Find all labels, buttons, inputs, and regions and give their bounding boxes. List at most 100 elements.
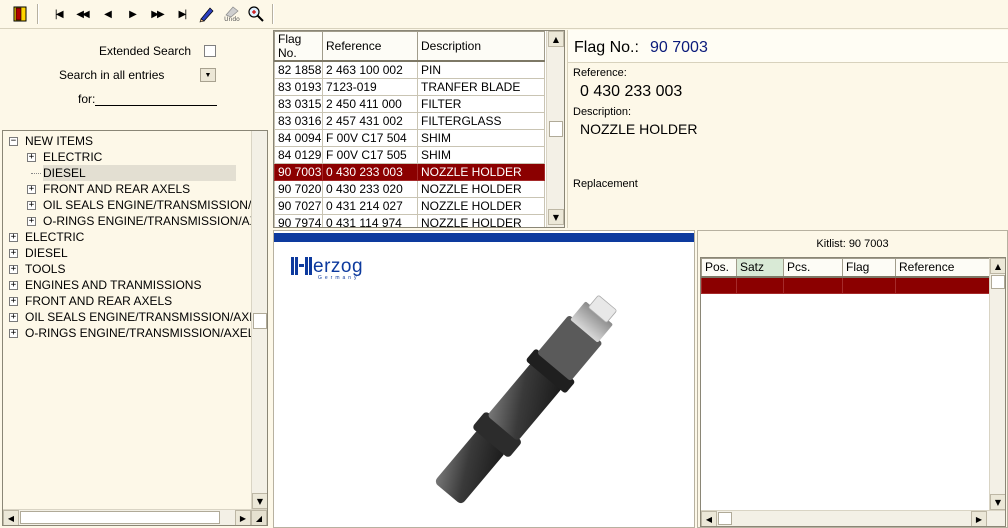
parts-scroll-thumb[interactable] <box>549 121 563 137</box>
scroll-left-icon[interactable]: ◀ <box>3 510 19 525</box>
expand-icon[interactable]: + <box>27 217 36 226</box>
search-scope-select[interactable]: Search in all entries <box>59 68 164 82</box>
description-value: NOZZLE HOLDER <box>580 121 698 137</box>
tree-item[interactable]: + O-RINGS ENGINE/TRANSMISSION/AXEL <box>3 213 267 229</box>
description-cell: SHIM <box>417 128 545 147</box>
detail-panel: Flag No.: 90 7003 Reference: 0 430 233 0… <box>567 30 1008 228</box>
tree-item[interactable]: + ELECTRIC <box>3 229 249 245</box>
scroll-left-icon[interactable]: ◀ <box>701 511 717 526</box>
column-header-reference[interactable]: Reference <box>322 31 418 62</box>
table-row[interactable]: 90 7003 0 430 233 003 NOZZLE HOLDER <box>274 162 545 181</box>
flag-no-cell: 83 0315 <box>274 94 323 113</box>
scroll-up-icon[interactable]: ▲ <box>548 31 564 47</box>
scroll-right-icon[interactable]: ▶ <box>971 511 987 526</box>
kitlist-header-row: Pos. Satz Pcs. Flag Reference <box>701 258 990 278</box>
first-record-icon[interactable]: |◀ <box>48 4 68 24</box>
reference-label: Reference: <box>573 67 627 79</box>
table-row[interactable]: 83 0193 7123-019 TRANFER BLADE <box>274 77 545 96</box>
tree-item[interactable]: + ELECTRIC <box>3 149 249 165</box>
expand-icon[interactable]: + <box>9 233 18 242</box>
column-header-pos[interactable]: Pos. <box>701 258 737 278</box>
parts-vertical-scrollbar[interactable]: ▲ ▼ <box>546 31 564 227</box>
zoom-icon[interactable] <box>246 4 266 24</box>
tree-item[interactable]: + TOOLS <box>3 261 249 277</box>
tree-item-label: DIESEL <box>25 246 68 260</box>
expand-icon[interactable]: + <box>27 201 36 210</box>
expand-icon[interactable]: + <box>27 153 36 162</box>
kitlist-vertical-scrollbar[interactable]: ▲ ▼ <box>989 258 1005 510</box>
scroll-down-icon[interactable]: ▼ <box>990 494 1005 510</box>
description-cell: TRANFER BLADE <box>417 77 545 96</box>
kitlist-cell <box>736 276 784 294</box>
detail-header: Flag No.: 90 7003 <box>568 30 1008 63</box>
flag-no-cell: 90 7027 <box>274 196 323 215</box>
tree-item[interactable]: + FRONT AND REAR AXELS <box>3 181 249 197</box>
description-cell: FILTER <box>417 94 545 113</box>
last-record-icon[interactable]: ▶| <box>172 4 192 24</box>
column-header-satz[interactable]: Satz <box>736 258 784 278</box>
column-header-flag-no[interactable]: Flag No. <box>274 31 323 62</box>
tree-hscroll-thumb[interactable] <box>20 511 220 524</box>
nozzle-holder-image <box>435 295 617 504</box>
scroll-right-icon[interactable]: ▶ <box>235 510 251 525</box>
expand-icon[interactable]: + <box>9 281 18 290</box>
table-row[interactable]: 90 7027 0 431 214 027 NOZZLE HOLDER <box>274 196 545 215</box>
tree-item[interactable]: − NEW ITEMS <box>3 133 249 149</box>
tree-scroll-thumb[interactable] <box>253 313 267 329</box>
previous-page-icon[interactable]: ◀◀ <box>72 4 92 24</box>
column-header-description[interactable]: Description <box>417 31 545 62</box>
resize-grip-icon[interactable]: ◢ <box>251 510 267 525</box>
edit-pencil-icon[interactable] <box>197 4 217 24</box>
expand-icon[interactable]: + <box>9 249 18 258</box>
tree-item[interactable]: + O-RINGS ENGINE/TRANSMISSION/AXEL <box>3 325 254 341</box>
column-header-flag[interactable]: Flag <box>842 258 896 278</box>
table-row[interactable]: 82 1858 2 463 100 002 PIN <box>274 60 545 79</box>
image-panel-header-bar <box>274 233 694 242</box>
tree-item[interactable]: + ENGINES AND TRANMISSIONS <box>3 277 249 293</box>
kitlist-hscroll-thumb[interactable] <box>718 512 732 525</box>
column-header-reference[interactable]: Reference <box>895 258 990 278</box>
kitlist-grid: Pos. Satz Pcs. Flag Reference ▲ ▼ ◀ ▶ <box>700 257 1006 527</box>
table-row[interactable]: 90 7974 0 431 114 974 NOZZLE HOLDER <box>274 213 545 227</box>
table-row[interactable]: 83 0315 2 450 411 000 FILTER <box>274 94 545 113</box>
column-header-pcs[interactable]: Pcs. <box>783 258 843 278</box>
previous-record-icon[interactable]: ◀ <box>97 4 117 24</box>
expand-icon[interactable]: + <box>9 297 18 306</box>
tree-item[interactable]: + OIL SEALS ENGINE/TRANSMISSION/AXEL <box>3 309 264 325</box>
flag-no-cell: 84 0094 <box>274 128 323 147</box>
tree-item-label: FRONT AND REAR AXELS <box>25 294 173 308</box>
tree-item-label: O-RINGS ENGINE/TRANSMISSION/AXEL <box>25 326 255 340</box>
table-row[interactable]: 84 0094 F 00V C17 504 SHIM <box>274 128 545 147</box>
tree-item[interactable]: DIESEL <box>3 165 249 181</box>
flag-no-cell: 82 1858 <box>274 60 323 79</box>
kitlist-horizontal-scrollbar[interactable]: ◀ ▶ <box>701 510 1005 526</box>
table-row[interactable]: 84 0129 F 00V C17 505 SHIM <box>274 145 545 164</box>
tree-item[interactable]: + OIL SEALS ENGINE/TRANSMISSION/AX <box>3 197 267 213</box>
kitlist-scroll-thumb[interactable] <box>991 275 1005 289</box>
parts-table: Flag No. Reference Description 82 1858 2 … <box>273 30 565 228</box>
expand-icon[interactable]: + <box>27 185 36 194</box>
table-row[interactable]: 90 7020 0 430 233 020 NOZZLE HOLDER <box>274 179 545 198</box>
expand-icon[interactable]: + <box>9 265 18 274</box>
collapse-icon[interactable]: − <box>9 137 18 146</box>
scroll-down-icon[interactable]: ▼ <box>252 493 267 509</box>
tree-horizontal-scrollbar[interactable]: ◀ ▶ ◢ <box>3 509 267 525</box>
next-record-icon[interactable]: ▶ <box>122 4 142 24</box>
expand-icon[interactable]: + <box>9 313 18 322</box>
scroll-up-icon[interactable]: ▲ <box>990 258 1005 274</box>
parts-body: 82 1858 2 463 100 002 PIN 83 0193 7123-019 TR… <box>274 60 545 227</box>
expand-icon[interactable]: + <box>9 329 18 338</box>
undo-button[interactable]: Undo <box>222 4 242 24</box>
next-page-icon[interactable]: ▶▶ <box>147 4 167 24</box>
tree-item[interactable]: + DIESEL <box>3 245 249 261</box>
extended-search-checkbox[interactable] <box>204 45 216 57</box>
tree-item[interactable]: + FRONT AND REAR AXELS <box>3 293 249 309</box>
exit-icon[interactable] <box>10 4 30 24</box>
table-row[interactable]: 83 0316 2 457 431 002 FILTERGLASS <box>274 111 545 130</box>
chevron-down-icon[interactable]: ▼ <box>200 68 216 82</box>
scroll-down-icon[interactable]: ▼ <box>548 209 564 225</box>
kitlist-row[interactable] <box>701 276 990 294</box>
parts-header-row: Flag No. Reference Description <box>274 31 545 62</box>
search-input[interactable] <box>95 92 217 106</box>
tree-vertical-scrollbar[interactable]: ▼ <box>251 131 267 509</box>
